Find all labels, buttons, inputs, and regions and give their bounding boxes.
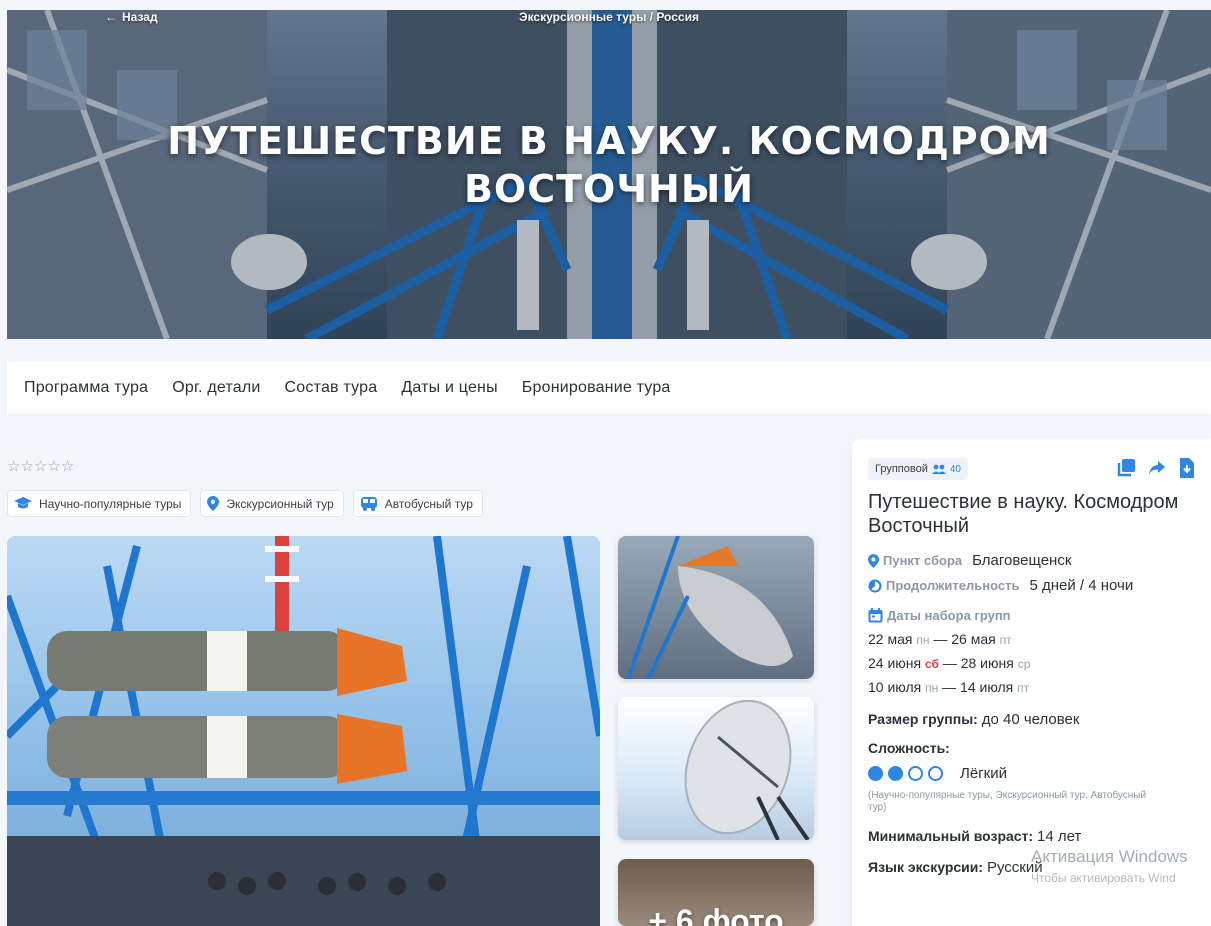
- windows-activation-hint: Чтобы активировать Wind: [1031, 871, 1176, 885]
- difficulty-dot-filled: [888, 766, 903, 781]
- tag-science[interactable]: Научно-популярные туры: [7, 490, 192, 517]
- gallery-more-photos[interactable]: + 6 фото: [618, 859, 814, 926]
- group-dates-list: 22 мая пн — 26 мая пт 24 июня сб — 28 ию…: [868, 631, 1211, 695]
- group-count: 40: [949, 463, 961, 475]
- tag-excursion[interactable]: Экскурсионный тур: [200, 490, 344, 517]
- group-icon: [931, 464, 946, 474]
- clock-icon: [868, 579, 882, 592]
- hero-banner: ← Назад Экскурсионные туры / Россия ПУТЕ…: [7, 10, 1211, 339]
- rating-stars[interactable]: ☆☆☆☆☆: [7, 457, 74, 475]
- graduation-cap-icon: [14, 497, 32, 509]
- gallery-thumbnail[interactable]: [618, 536, 814, 679]
- tag-label: Экскурсионный тур: [226, 496, 334, 511]
- nav-item-booking[interactable]: Бронирование тура: [522, 379, 671, 397]
- date-range-item[interactable]: 10 июля пн — 14 июля пт: [868, 679, 1211, 695]
- categories-note: (Научно-популярные туры, Экскурсионный т…: [868, 790, 1147, 813]
- radar-dish-photo: [684, 699, 810, 840]
- tour-section-nav: Программа тура Орг. детали Состав тура Д…: [7, 362, 1211, 414]
- min-age: Минимальный возраст: 14 лет: [868, 828, 1082, 845]
- tag-label: Научно-популярные туры: [39, 496, 182, 511]
- breadcrumb[interactable]: Экскурсионные туры / Россия: [7, 10, 1211, 24]
- windows-activation-watermark: Активация Windows: [1031, 847, 1188, 866]
- nav-item-org-details[interactable]: Орг. детали: [172, 379, 260, 397]
- difficulty-dot-filled: [868, 766, 883, 781]
- panel-actions: [1116, 458, 1194, 478]
- tour-tags: Научно-популярные туры Экскурсионный тур…: [7, 490, 483, 517]
- tag-label: Автобусный тур: [384, 496, 473, 511]
- group-size: Размер группы: до 40 человек: [868, 711, 1080, 728]
- dates-label: Даты набора групп: [868, 608, 1011, 623]
- bus-icon: [360, 496, 377, 511]
- tour-type-label: Групповой: [875, 463, 928, 475]
- gallery-thumbnail[interactable]: [618, 697, 814, 840]
- star-icons: ☆☆☆☆☆: [7, 458, 75, 475]
- tour-title: Путешествие в науку. Космодром Восточный: [868, 491, 1179, 537]
- date-range-item[interactable]: 24 июня сб — 28 июня ср: [868, 655, 1211, 671]
- page-title: ПУТЕШЕСТВИЕ В НАУКУ. КОСМОДРОМ ВОСТОЧНЫЙ: [167, 119, 1051, 211]
- tour-type-badge: Групповой 40: [868, 458, 968, 480]
- main-tour-photo[interactable]: [7, 536, 600, 926]
- more-photos-label: + 6 фото: [648, 903, 784, 926]
- difficulty-value: Лёгкий: [960, 765, 1007, 782]
- nav-item-tour-contents[interactable]: Состав тура: [285, 379, 378, 397]
- nav-item-dates-prices[interactable]: Даты и цены: [401, 379, 497, 397]
- download-icon[interactable]: [1178, 458, 1194, 478]
- meeting-point-value: Благовещенск: [972, 552, 1072, 569]
- duration-label: Продолжительность: [868, 578, 1019, 593]
- map-pin-icon: [207, 496, 220, 511]
- copy-icon[interactable]: [1116, 458, 1136, 478]
- difficulty-dot-empty: [908, 766, 923, 781]
- rocket-launch-photo: [7, 536, 600, 926]
- duration-value: 5 дней / 4 ночи: [1029, 577, 1134, 594]
- nav-item-program[interactable]: Программа тура: [24, 379, 148, 397]
- map-pin-icon: [868, 553, 879, 568]
- tag-bus[interactable]: Автобусный тур: [352, 490, 483, 517]
- satellite-fairing-photo: [626, 536, 793, 679]
- share-icon[interactable]: [1148, 460, 1166, 476]
- date-range-item[interactable]: 22 мая пн — 26 мая пт: [868, 631, 1211, 647]
- difficulty-dot-empty: [928, 766, 943, 781]
- difficulty-label: Сложность:: [868, 740, 950, 756]
- meeting-point-label: Пункт сбора: [868, 553, 962, 568]
- difficulty-rating: Лёгкий: [868, 765, 1211, 782]
- calendar-icon: [868, 608, 883, 623]
